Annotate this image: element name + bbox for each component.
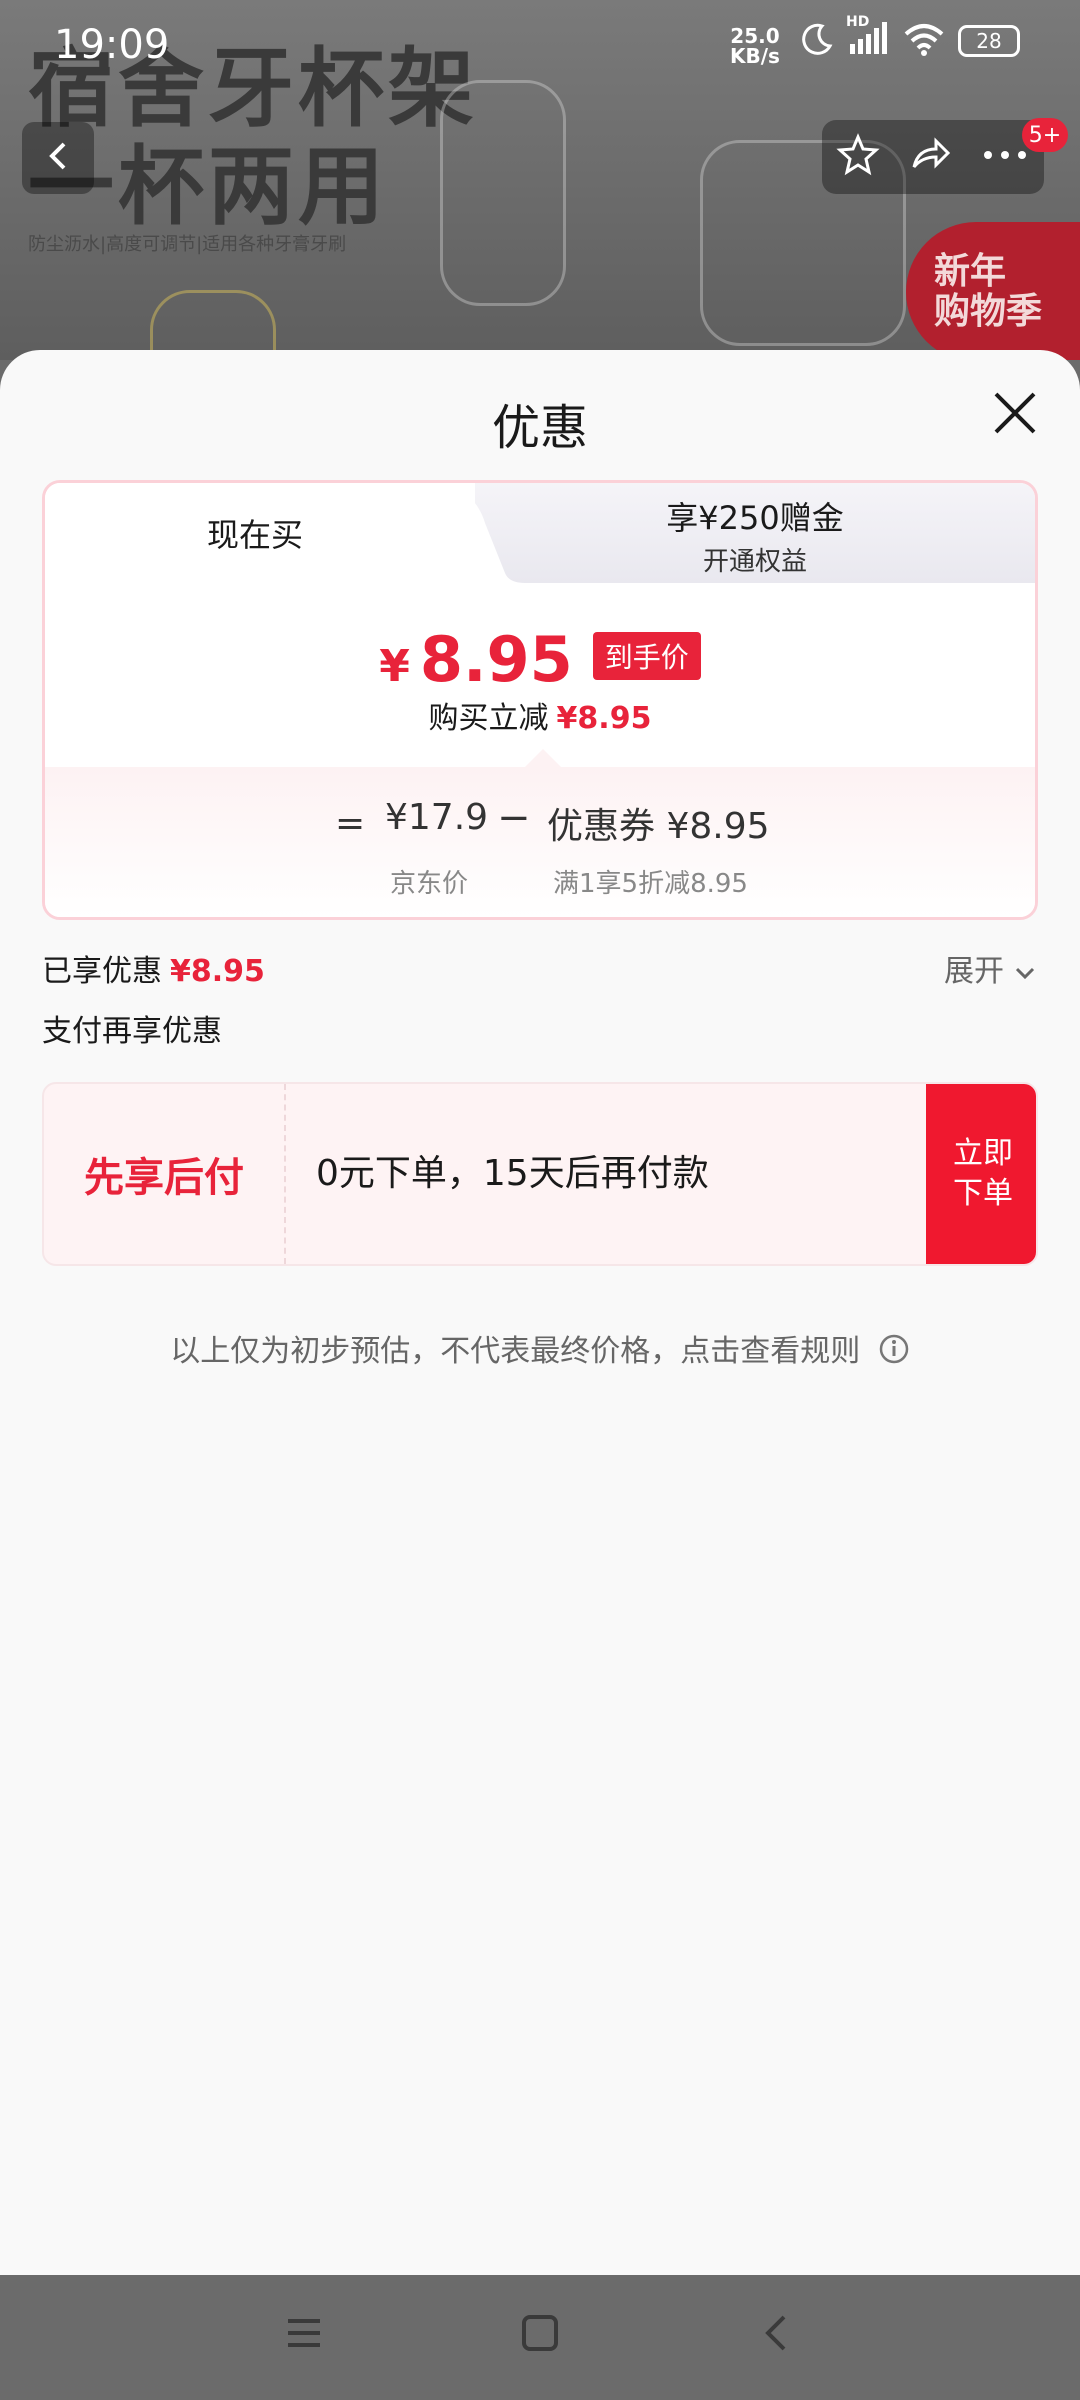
chevron-down-icon	[1014, 954, 1036, 989]
price-breakdown: = ¥17.9 − 优惠券 ¥8.95 京东价 满1享5折减8.95	[45, 767, 1035, 917]
enjoyed-discount: 已享优惠 ¥8.95	[42, 946, 265, 990]
tab-enjoy-bonus-sublabel: 开通权益	[702, 547, 807, 577]
promo-tag: 新年 购物季	[906, 222, 1080, 360]
enjoyed-value: ¥8.95	[170, 954, 265, 989]
reduce-value: ¥8.95	[556, 701, 652, 736]
price-amount: 8.95	[419, 623, 573, 696]
coupon-value: 优惠券 ¥8.95	[547, 806, 770, 847]
status-bar: 19:09 25.0 KB/s HD 28	[0, 0, 1080, 90]
tab-enjoy-bonus-label: 享¥250赠金	[666, 499, 844, 537]
status-time: 19:09	[54, 22, 170, 68]
more-icon[interactable]	[980, 145, 1030, 169]
jd-price-label: 京东价	[390, 869, 469, 899]
pay-later-desc: 0元下单，15天后再付款	[316, 1153, 709, 1194]
tab-buy-now-label: 现在买	[206, 516, 303, 554]
home-icon[interactable]	[520, 2313, 560, 2357]
moon-icon	[800, 22, 834, 60]
close-button[interactable]	[990, 388, 1040, 438]
final-price: ¥8.95 到手价	[45, 623, 1035, 696]
pay-later-card[interactable]: 先享后付 0元下单，15天后再付款 立即下单	[42, 1082, 1038, 1266]
product-banner-features: 防尘沥水|高度可调节|适用各种牙膏牙刷	[28, 234, 347, 255]
product-image-glass	[440, 80, 566, 306]
back-nav-icon[interactable]	[756, 2313, 796, 2357]
battery-icon: 28	[958, 25, 1020, 57]
estimate-note[interactable]: 以上仅为初步预估，不代表最终价格，点击查看规则	[0, 1326, 1080, 1373]
close-icon	[994, 392, 1036, 434]
discount-sheet: 优惠 现在买 享¥250赠金 开通权益 ¥8.95 到手价 购买立减 ¥8.95 …	[0, 350, 1080, 2275]
equals-sign: =	[335, 803, 366, 844]
notification-badge: 5+	[1022, 118, 1068, 152]
expand-button[interactable]: 展开	[944, 946, 1036, 990]
price-tabs: 现在买 享¥250赠金 开通权益	[45, 483, 1035, 583]
sheet-title: 优惠	[491, 400, 588, 456]
status-icons: HD 28	[800, 14, 1020, 60]
instant-reduce: 购买立减 ¥8.95	[45, 693, 1035, 737]
info-icon[interactable]	[878, 1333, 910, 1373]
final-price-tag: 到手价	[592, 632, 701, 680]
share-icon[interactable]	[908, 133, 952, 181]
chevron-left-icon	[40, 138, 76, 178]
back-button[interactable]	[22, 122, 94, 194]
minus-sign: −	[497, 795, 531, 841]
enjoyed-label: 已享优惠	[42, 954, 162, 989]
menu-icon[interactable]	[284, 2313, 324, 2357]
jd-price: ¥17.9	[385, 797, 489, 838]
pay-later-title: 先享后付	[44, 1084, 286, 1264]
price-card: 现在买 享¥250赠金 开通权益 ¥8.95 到手价 购买立减 ¥8.95 = ¥…	[42, 480, 1038, 920]
top-actions	[822, 120, 1044, 194]
price-currency: ¥	[379, 641, 410, 692]
signal-icon: HD	[846, 14, 890, 60]
star-icon[interactable]	[836, 133, 880, 181]
pay-section-title: 支付再享优惠	[42, 1014, 222, 1049]
wifi-icon	[902, 22, 946, 60]
breakdown-pointer	[525, 749, 561, 767]
net-speed: 25.0 KB/s	[730, 24, 780, 68]
order-now-button[interactable]: 立即下单	[926, 1084, 1036, 1264]
reduce-label: 购买立减	[428, 701, 549, 736]
coupon-label: 满1享5折减8.95	[553, 869, 748, 899]
system-nav-bar	[0, 2275, 1080, 2400]
